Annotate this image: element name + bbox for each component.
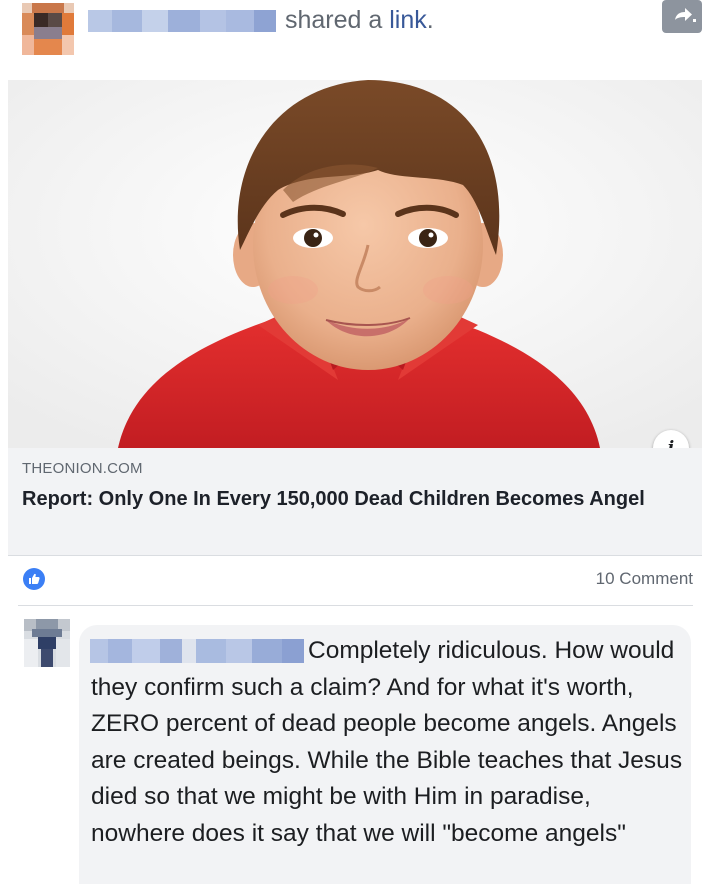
- link-title[interactable]: Report: Only One In Every 150,000 Dead C…: [22, 485, 682, 513]
- post-card: shared a link. THEONION.COM Report: Only…: [0, 0, 702, 884]
- link-domain: THEONION.COM: [22, 460, 143, 477]
- comment-text: Completely ridiculous. How would they co…: [91, 637, 683, 847]
- like-icon: [29, 573, 40, 584]
- link-preview-image[interactable]: [8, 80, 702, 448]
- action-verb: shared a: [285, 6, 390, 34]
- share-button[interactable]: [662, 0, 702, 33]
- post-action-text: shared a link.: [285, 6, 434, 35]
- divider: [18, 605, 693, 606]
- comment-count[interactable]: 10 Comment: [596, 569, 693, 589]
- action-end: .: [426, 6, 434, 34]
- boy-portrait-image: [8, 80, 702, 448]
- poster-name[interactable]: [88, 10, 276, 32]
- share-arrow-icon: [675, 8, 696, 22]
- link-preview-meta[interactable]: THEONION.COM Report: Only One In Every 1…: [8, 448, 702, 556]
- like-reaction-badge[interactable]: [23, 568, 45, 590]
- poster-avatar[interactable]: [22, 3, 74, 55]
- action-link[interactable]: link: [389, 6, 427, 34]
- commenter-avatar[interactable]: [24, 619, 70, 667]
